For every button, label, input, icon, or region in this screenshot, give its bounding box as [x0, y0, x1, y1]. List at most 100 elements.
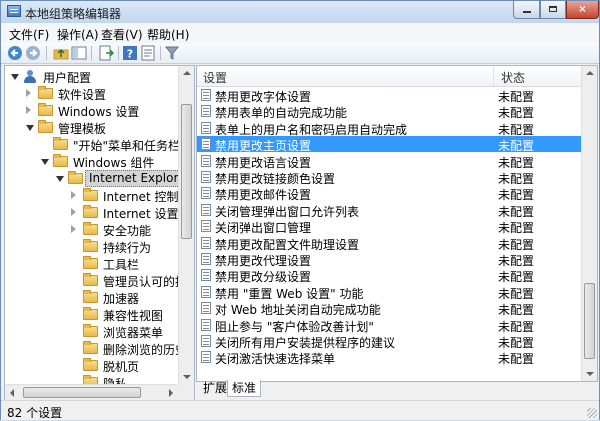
policy-row[interactable]: 关闭弹出窗口管理 未配置 — [197, 218, 581, 235]
up-folder-icon[interactable] — [53, 45, 69, 61]
list-vertical-scrollbar[interactable] — [581, 66, 597, 381]
policy-row[interactable]: 阻止参与 "客户体验改善计划" 未配置 — [197, 317, 581, 334]
settings-list[interactable]: 设置 状态 禁用更改字体设置 未配置 禁用表单的自动完成功能 未配置 表单上的用户名和密… — [196, 65, 598, 382]
forward-arrow-icon[interactable] — [25, 45, 41, 61]
policy-row[interactable]: 表单上的用户名和密码启用自动完成 未配置 — [197, 120, 581, 137]
svg-text:?: ? — [127, 48, 133, 61]
properties-icon[interactable] — [140, 45, 156, 61]
policy-row[interactable]: 禁用更改邮件设置 未配置 — [197, 185, 581, 202]
tree-collapsed-arrow-icon[interactable] — [71, 225, 76, 233]
tree-collapsed-arrow-icon[interactable] — [71, 208, 76, 216]
column-header-state[interactable]: 状态 — [501, 69, 525, 86]
folder-icon — [68, 171, 83, 184]
policy-row[interactable]: 关闭激活快速选择菜单 未配置 — [197, 349, 581, 367]
policy-row[interactable]: 禁用更改代理设置 未配置 — [197, 251, 581, 268]
policy-setting-icon — [201, 89, 211, 101]
tree-expanded-arrow-icon[interactable] — [41, 159, 49, 165]
folder-icon — [83, 188, 98, 201]
tree-item-label: 加速器 — [103, 292, 140, 306]
tree-expanded-arrow-icon[interactable] — [26, 125, 34, 131]
folder-icon — [83, 324, 98, 337]
policy-row[interactable]: 禁用 "重置 Web 设置" 功能 未配置 — [197, 284, 581, 301]
policy-setting-icon — [201, 335, 211, 347]
tree-collapsed-arrow-icon[interactable] — [26, 89, 31, 97]
tree-horizontal-scrollbar[interactable] — [5, 384, 178, 400]
menu-file[interactable]: 文件(F) — [9, 26, 49, 43]
policy-row[interactable]: 关闭所有用户安装提供程序的建议 未配置 — [197, 333, 581, 350]
menu-view[interactable]: 查看(V) — [101, 26, 143, 43]
scroll-up-arrow[interactable] — [183, 71, 191, 75]
tree-expanded-arrow-icon[interactable] — [11, 74, 19, 80]
tree-scroll-thumb[interactable] — [181, 104, 192, 239]
toolbar-separator — [118, 46, 119, 60]
tree-expanded-arrow-icon[interactable] — [56, 176, 64, 182]
folder-icon — [83, 239, 98, 252]
close-icon: × — [578, 4, 587, 15]
policy-name: 关闭激活快速选择菜单 — [215, 352, 336, 367]
tab-standard[interactable]: 标准 — [227, 380, 262, 397]
policy-row[interactable]: 禁用更改配置文件助理设置 未配置 — [197, 235, 581, 252]
scroll-down-arrow[interactable] — [586, 372, 594, 376]
folder-icon — [53, 137, 68, 150]
policy-row[interactable]: 对 Web 地址关闭自动完成功能 未配置 — [197, 300, 581, 317]
folder-icon — [83, 341, 98, 354]
title-bar[interactable]: 本地组策略编辑器 × — [1, 1, 599, 23]
toolbar-separator — [46, 46, 47, 60]
tree-collapsed-arrow-icon[interactable] — [26, 106, 31, 114]
filter-icon[interactable] — [164, 45, 180, 61]
scroll-right-arrow[interactable] — [169, 389, 173, 397]
menu-help[interactable]: 帮助(H) — [147, 26, 189, 43]
tree-item-label: 脱机页 — [103, 360, 140, 374]
view-tabs: 扩展 标准 — [196, 380, 598, 398]
column-header-setting[interactable]: 设置 — [203, 69, 227, 86]
menu-action[interactable]: 操作(A) — [57, 26, 99, 43]
tree-item-label: Windows 组件 — [73, 156, 155, 170]
policy-row[interactable]: 禁用更改语言设置 未配置 — [197, 153, 581, 170]
tree-item-label: "开始"菜单和任务栏 — [73, 139, 181, 153]
policy-row[interactable]: 禁用更改字体设置 未配置 — [197, 87, 581, 104]
folder-icon — [83, 222, 98, 235]
policy-setting-icon — [201, 236, 211, 249]
resize-grip[interactable] — [587, 408, 597, 418]
folder-icon — [38, 86, 53, 99]
policy-setting-icon — [201, 220, 211, 233]
tree-collapsed-arrow-icon[interactable] — [71, 191, 76, 199]
tree-item-label: 安全功能 — [103, 224, 152, 238]
list-scroll-thumb[interactable] — [584, 283, 595, 359]
tree-item-label: 兼容性视图 — [103, 309, 164, 323]
policy-row[interactable]: 禁用更改分级设置 未配置 — [197, 267, 581, 284]
minimize-button[interactable] — [513, 1, 540, 19]
export-list-icon[interactable] — [98, 45, 114, 61]
tree-item-label: 软件设置 — [58, 88, 107, 102]
back-arrow-icon[interactable] — [7, 45, 23, 61]
policy-setting-icon — [201, 105, 211, 118]
list-header: 设置 状态 — [197, 66, 581, 87]
policy-row[interactable]: 关闭管理弹出窗口允许列表 未配置 — [197, 202, 581, 219]
folder-icon — [38, 103, 53, 116]
policy-row[interactable]: 禁用更改链接颜色设置 未配置 — [197, 169, 581, 186]
folder-icon — [83, 273, 98, 286]
column-divider[interactable] — [493, 66, 494, 86]
window: 本地组策略编辑器 × 文件(F) 操作(A) 查看(V) 帮助(H) ? 用户配… — [0, 0, 600, 420]
navigation-tree[interactable]: 用户配置 软件设置 Windows 设置 管理模板 "开始"菜单和任务栏 Windows … — [4, 65, 195, 401]
policy-row[interactable]: 禁用表单的自动完成功能 未配置 — [197, 103, 581, 120]
close-button[interactable]: × — [566, 1, 599, 19]
policy-setting-icon — [201, 318, 211, 331]
policy-setting-icon — [201, 154, 211, 167]
policy-setting-icon — [201, 187, 211, 200]
scroll-down-arrow[interactable] — [183, 375, 191, 379]
policy-setting-icon — [201, 269, 211, 282]
policy-row[interactable]: 禁用更改主页设置 未配置 — [197, 136, 581, 153]
help-icon[interactable]: ? — [122, 45, 138, 61]
toolbar: ? — [1, 43, 599, 64]
tree-hscroll-thumb[interactable] — [23, 387, 141, 398]
scroll-up-arrow[interactable] — [586, 71, 594, 75]
policy-setting-icon — [201, 253, 211, 265]
show-hide-tree-icon[interactable] — [71, 45, 87, 61]
maximize-icon — [549, 6, 557, 12]
tree-vertical-scrollbar[interactable] — [178, 66, 194, 400]
tree-item-label: Windows 设置 — [58, 105, 140, 119]
maximize-button[interactable] — [540, 1, 566, 19]
folder-icon — [83, 205, 98, 218]
scroll-left-arrow[interactable] — [10, 389, 14, 397]
